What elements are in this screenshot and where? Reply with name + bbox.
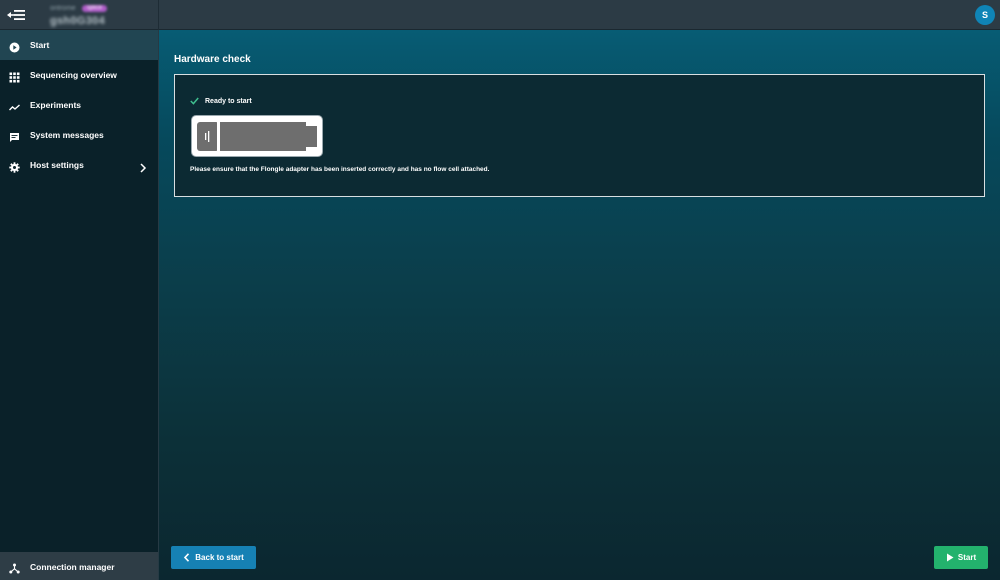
flongle-adapter-image <box>191 115 323 157</box>
sidebar-item-system-messages[interactable]: System messages <box>0 120 158 150</box>
sidebar-item-label: Start <box>30 40 50 50</box>
start-label: Start <box>957 553 977 562</box>
sidebar-item-experiments[interactable]: Experiments <box>0 90 158 120</box>
status-text: Ready to start <box>205 97 252 105</box>
status-row: Ready to start <box>190 97 252 105</box>
sidebar-item-host-settings[interactable]: Host settings <box>0 150 158 180</box>
network-icon <box>9 561 20 574</box>
hardware-check-card: Ready to start Please ensure that the Fl… <box>174 74 985 197</box>
connection-manager-label: Connection manager <box>30 562 115 572</box>
connection-manager-button[interactable]: Connection manager <box>0 552 158 580</box>
sidebar-item-sequencing-overview[interactable]: Sequencing overview <box>0 60 158 90</box>
main-content: Hardware check Ready to start Please ens… <box>159 30 1000 580</box>
play-icon <box>946 553 954 562</box>
play-circle-icon <box>9 40 20 53</box>
trend-line-icon <box>9 100 20 111</box>
sidebar-item-label: Experiments <box>30 100 82 110</box>
page-title: Hardware check <box>174 54 251 65</box>
host-badge: splice <box>81 5 108 12</box>
host-info: ontrome splice gsh0G304 <box>50 4 108 27</box>
instruction-text: Please ensure that the Flongle adapter h… <box>190 166 490 173</box>
gear-icon <box>9 160 20 173</box>
sidebar-item-label: System messages <box>30 130 104 140</box>
user-avatar[interactable]: S <box>975 5 995 25</box>
sidebar-item-label: Host settings <box>30 160 84 170</box>
grid-icon <box>9 70 20 83</box>
sidebar-item-start[interactable]: Start <box>0 30 158 60</box>
chevron-left-icon <box>184 553 190 562</box>
message-icon <box>9 130 20 142</box>
host-name: gsh0G304 <box>50 15 105 27</box>
back-to-start-label: Back to start <box>195 553 244 562</box>
top-bar: ontrome splice gsh0G304 S <box>0 0 1000 30</box>
sidebar-item-label: Sequencing overview <box>30 70 117 80</box>
topbar-divider <box>158 0 159 30</box>
check-icon <box>190 97 199 105</box>
sidebar: Start Sequencing overview Experiments Sy… <box>0 30 159 580</box>
host-subtitle: ontrome <box>50 5 76 12</box>
start-button[interactable]: Start <box>934 546 988 569</box>
menu-collapse-icon[interactable] <box>6 6 28 24</box>
back-to-start-button[interactable]: Back to start <box>171 546 256 569</box>
chevron-right-icon <box>139 160 147 173</box>
